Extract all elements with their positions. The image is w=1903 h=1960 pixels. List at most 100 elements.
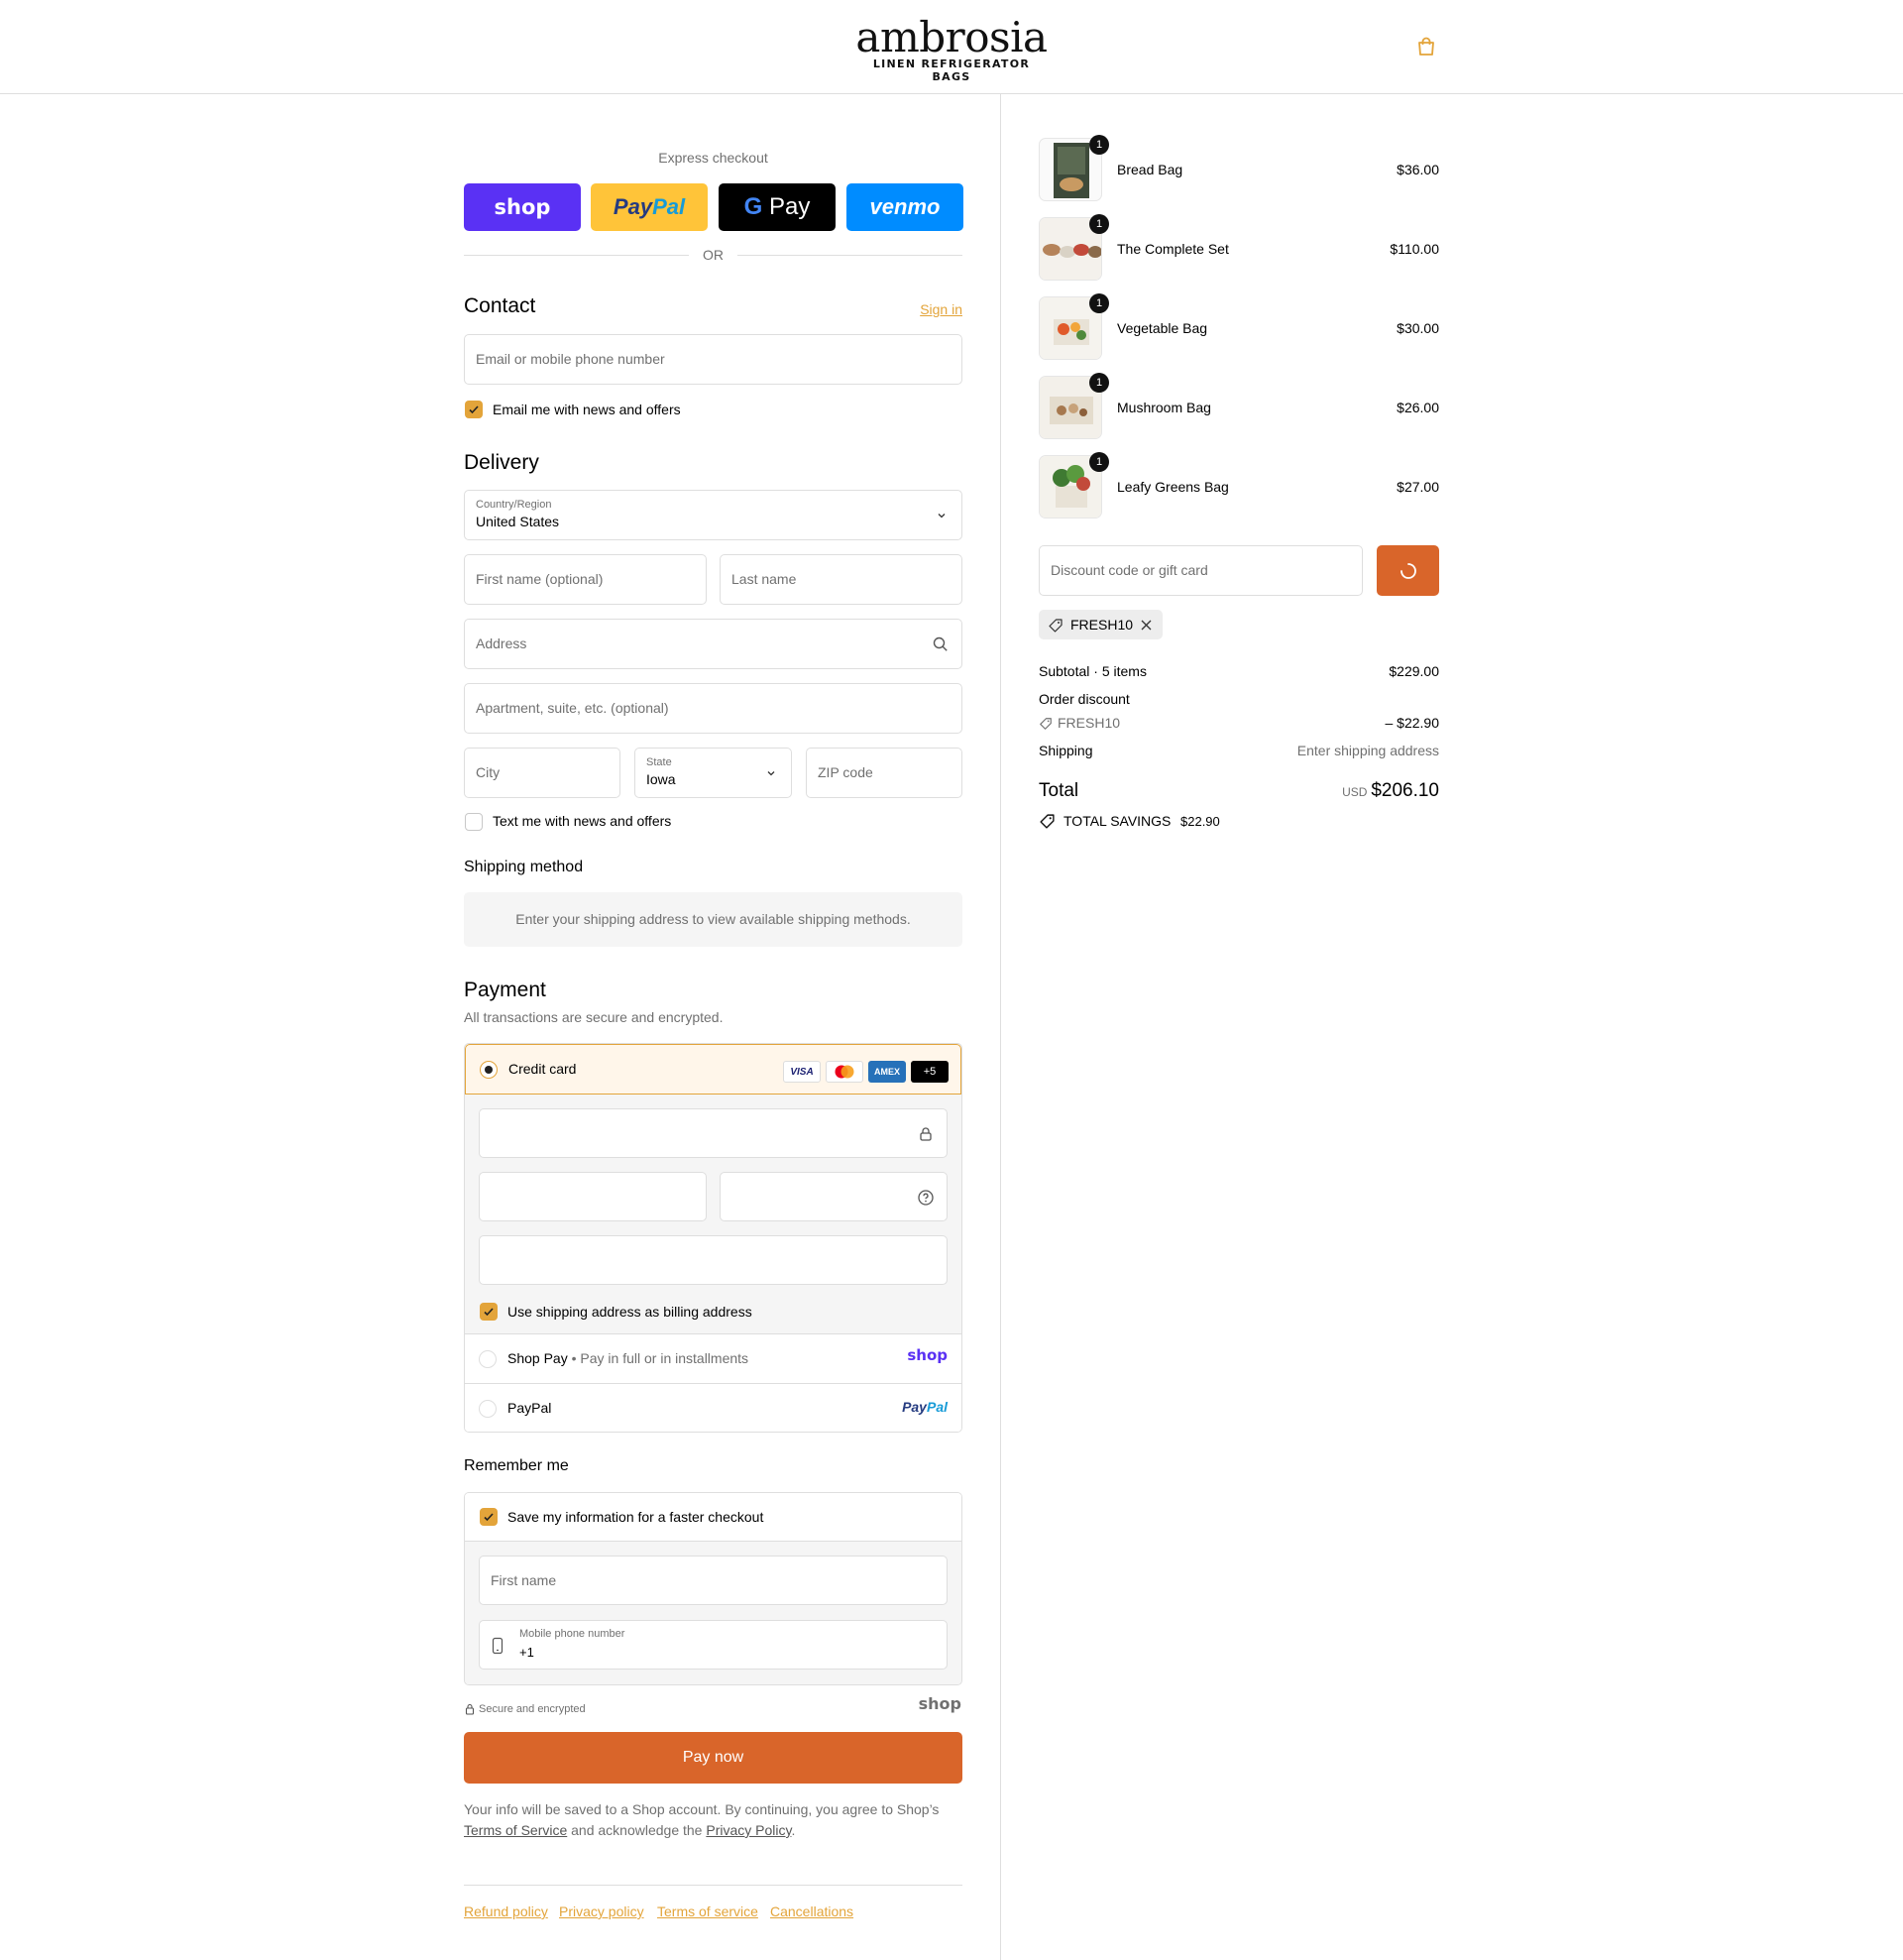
shop-pay-express-button[interactable]: shop — [464, 183, 581, 231]
shipping-value: Enter shipping address — [1296, 743, 1439, 758]
contact-heading: Contact — [464, 294, 536, 317]
save-info-row: Save my information for a faster checkou… — [465, 1493, 961, 1542]
quantity-badge: 1 — [1089, 452, 1109, 472]
shopping-bag-icon[interactable] — [1415, 36, 1437, 58]
shipping-method-heading: Shipping method — [464, 859, 584, 875]
subtotal-row: Subtotal · 5 items $229.00 — [1039, 663, 1439, 679]
total-value: $206.10 — [1371, 780, 1439, 801]
remember-me-box: Save my information for a faster checkou… — [464, 1492, 962, 1685]
close-icon[interactable] — [1141, 620, 1152, 631]
footer-divider — [464, 1885, 962, 1886]
mobile-phone-field[interactable]: Mobile phone number +1 — [479, 1620, 948, 1670]
legal-notice: Your info will be saved to a Shop accoun… — [464, 1801, 940, 1838]
product-name: Mushroom Bag — [1117, 400, 1211, 415]
tag-icon — [1040, 718, 1052, 730]
billing-same-checkbox[interactable] — [480, 1303, 498, 1321]
total-value-group: USD $206.10 — [1342, 780, 1439, 802]
total-savings-label: TOTAL SAVINGS — [1063, 813, 1172, 829]
terms-of-service-link[interactable]: Terms of service — [657, 1903, 758, 1919]
product-price: $30.00 — [1397, 320, 1439, 336]
subtotal-label: Subtotal · 5 items — [1039, 663, 1147, 679]
shipping-method-note: Enter your shipping address to view avai… — [464, 892, 962, 947]
subtotal-value: $229.00 — [1389, 663, 1439, 679]
save-info-checkbox[interactable] — [480, 1508, 498, 1526]
last-name-field[interactable]: Last name — [720, 554, 962, 605]
apartment-field[interactable]: Apartment, suite, etc. (optional) — [464, 683, 962, 734]
product-name: Vegetable Bag — [1117, 320, 1208, 336]
text-news-label: Text me with news and offers — [493, 813, 672, 829]
payment-subtitle: All transactions are secure and encrypte… — [464, 1009, 724, 1025]
pay-now-button[interactable]: Pay now — [464, 1732, 962, 1784]
quantity-badge: 1 — [1089, 373, 1109, 393]
order-discount-row: Order discount — [1039, 691, 1439, 707]
paypal-label: PayPal — [507, 1400, 552, 1416]
tag-icon — [1049, 619, 1063, 633]
security-code-field[interactable] — [720, 1172, 948, 1221]
product-name: Leafy Greens Bag — [1117, 479, 1229, 495]
name-on-card-field[interactable] — [479, 1235, 948, 1285]
brand-logo[interactable]: ambrosia LINEN REFRIGERATOR BAGS — [852, 14, 1051, 84]
state-select[interactable]: State Iowa — [634, 748, 792, 798]
zip-field[interactable]: ZIP code — [806, 748, 962, 798]
chevron-down-icon — [938, 514, 946, 519]
quantity-badge: 1 — [1089, 135, 1109, 155]
text-news-checkbox[interactable] — [465, 813, 483, 831]
cancellations-link[interactable]: Cancellations — [770, 1903, 853, 1919]
apply-discount-button[interactable] — [1377, 545, 1439, 596]
applied-discount-chip: FRESH10 — [1039, 610, 1163, 639]
chevron-down-icon — [767, 771, 775, 776]
shop-terms-link[interactable]: Terms of Service — [464, 1822, 567, 1838]
country-select[interactable]: Country/Region United States — [464, 490, 962, 540]
discount-code-field[interactable]: Discount code or gift card — [1039, 545, 1363, 596]
tag-icon — [1040, 814, 1055, 829]
google-pay-express-button[interactable]: G Pay — [719, 183, 836, 231]
privacy-policy-link[interactable]: Privacy policy — [559, 1903, 644, 1919]
city-field[interactable]: City — [464, 748, 620, 798]
shipping-row: Shipping Enter shipping address — [1039, 743, 1439, 758]
quantity-badge: 1 — [1089, 293, 1109, 313]
refund-policy-link[interactable]: Refund policy — [464, 1903, 548, 1919]
save-info-form: First name Mobile phone number +1 — [465, 1542, 961, 1684]
express-checkout-title: Express checkout — [658, 150, 768, 166]
sign-in-link[interactable]: Sign in — [920, 301, 962, 317]
first-name-field[interactable]: First name (optional) — [464, 554, 707, 605]
help-icon[interactable] — [917, 1189, 935, 1207]
shop-pay-radio[interactable] — [479, 1350, 497, 1368]
brand-tagline: LINEN REFRIGERATOR BAGS — [872, 58, 1031, 83]
save-info-label: Save my information for a faster checkou… — [507, 1509, 764, 1525]
shop-pay-option[interactable]: Shop Pay • Pay in full or in installment… — [465, 1333, 961, 1383]
expiration-date-field[interactable] — [479, 1172, 707, 1221]
paypal-express-button[interactable]: Pay Pal — [591, 183, 708, 231]
site-header: ambrosia LINEN REFRIGERATOR BAGS — [0, 0, 1903, 94]
discount-code-label: FRESH10 — [1058, 715, 1121, 731]
remember-me-heading: Remember me — [464, 1457, 569, 1474]
total-row: Total USD $206.10 — [1039, 780, 1439, 806]
credit-card-radio[interactable] — [480, 1061, 498, 1079]
venmo-express-button[interactable]: venmo — [846, 183, 963, 231]
email-news-checkbox[interactable] — [465, 401, 483, 418]
shop-pay-label: Shop Pay • Pay in full or in installment… — [507, 1350, 749, 1366]
shop-privacy-link[interactable]: Privacy Policy — [706, 1822, 791, 1838]
product-price: $26.00 — [1397, 400, 1439, 415]
paypal-logo: PayPal — [902, 1399, 948, 1415]
currency-code: USD — [1342, 785, 1368, 799]
paypal-radio[interactable] — [479, 1400, 497, 1418]
billing-same-label: Use shipping address as billing address — [507, 1304, 752, 1320]
credit-card-option[interactable]: Credit card VISA AMEX +5 — [465, 1044, 961, 1095]
lock-icon — [920, 1127, 932, 1141]
card-number-field[interactable] — [479, 1108, 948, 1158]
shop-logo: shop — [918, 1694, 961, 1713]
phone-icon — [492, 1637, 504, 1655]
more-cards-badge: +5 — [911, 1061, 949, 1083]
product-name: Bread Bag — [1117, 162, 1183, 177]
lock-icon — [465, 1703, 475, 1715]
remember-first-name-field[interactable]: First name — [479, 1556, 948, 1605]
address-field[interactable]: Address — [464, 619, 962, 669]
quantity-badge: 1 — [1089, 214, 1109, 234]
email-field[interactable]: Email or mobile phone number — [464, 334, 962, 385]
shipping-label: Shipping — [1039, 743, 1093, 758]
paypal-option[interactable]: PayPal PayPal — [465, 1383, 961, 1432]
payment-heading: Payment — [464, 979, 546, 1001]
product-price: $27.00 — [1397, 479, 1439, 495]
credit-card-form: Use shipping address as billing address — [465, 1095, 961, 1333]
